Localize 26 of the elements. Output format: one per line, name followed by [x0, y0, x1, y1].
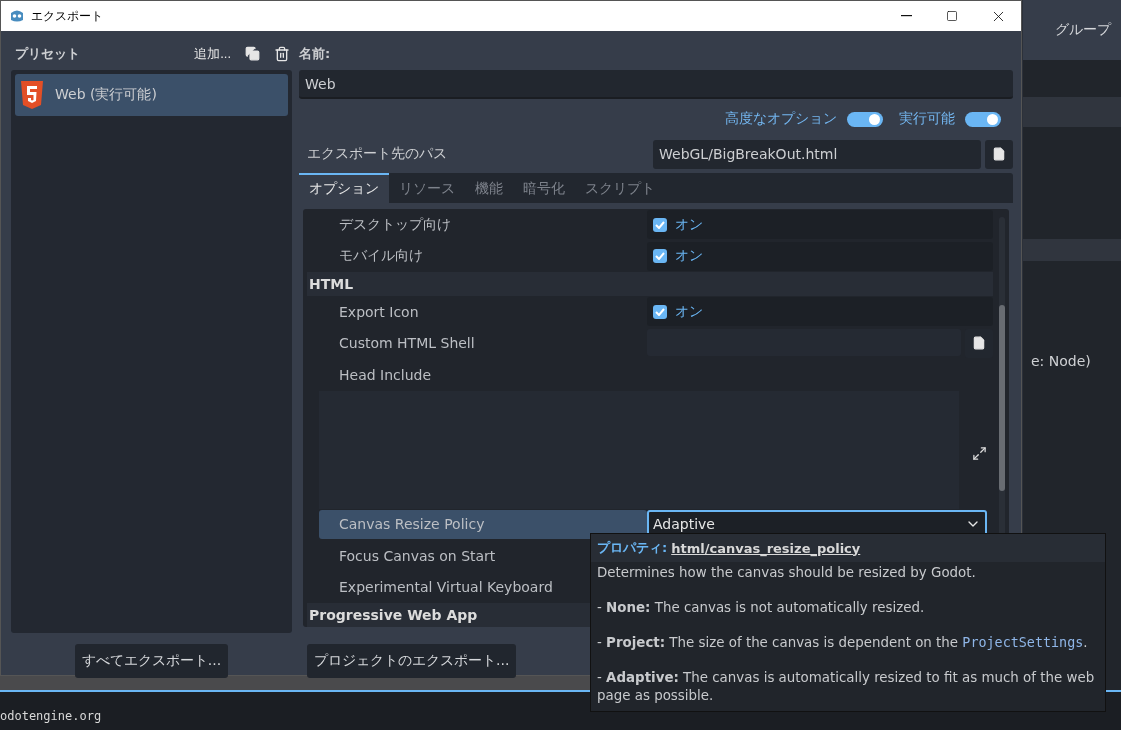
property-label: Head Include	[338, 365, 432, 385]
checkbox-label: オン	[675, 302, 703, 321]
checkbox-label: オン	[675, 247, 703, 266]
window-title: エクスポート	[31, 7, 104, 25]
description-text: Determines how the canvas should be resized by Godot.	[597, 564, 977, 582]
toggle-label: 実行可能	[899, 110, 955, 128]
path-label: エクスポート先のパス	[306, 145, 448, 163]
property-label: Canvas Resize Policy	[319, 509, 647, 539]
description-text: - Adaptive: The canvas is automatically resized to fit as much of the web page as possible.	[597, 669, 1096, 705]
property-label: Export Icon	[338, 302, 419, 322]
node-label: e: Node)	[1031, 353, 1092, 369]
checkbox-label: オン	[675, 215, 703, 234]
console-line: odotengine.org	[0, 709, 102, 723]
property-label: モバイル向け	[338, 246, 423, 266]
preset-label: Web (実行可能)	[55, 86, 157, 104]
property-name: html/canvas_resize_policy	[671, 540, 861, 556]
property-label: デスクトップ向け	[338, 214, 451, 234]
presets-title: プリセット	[14, 44, 81, 63]
description-text: - None: The canvas is not automatically resized.	[597, 599, 926, 617]
name-label: 名前:	[299, 44, 332, 63]
toggle-label: 高度なオプション	[725, 110, 837, 128]
property-label: Focus Canvas on Start	[338, 546, 496, 566]
property-label: Experimental Virtual Keyboard	[338, 578, 553, 598]
property-label: Custom HTML Shell	[338, 334, 475, 354]
tooltip-prefix: プロパティ:	[597, 539, 668, 557]
description-text: - Project: The size of the canvas is dependent on the ProjectSettings.	[597, 634, 1089, 652]
